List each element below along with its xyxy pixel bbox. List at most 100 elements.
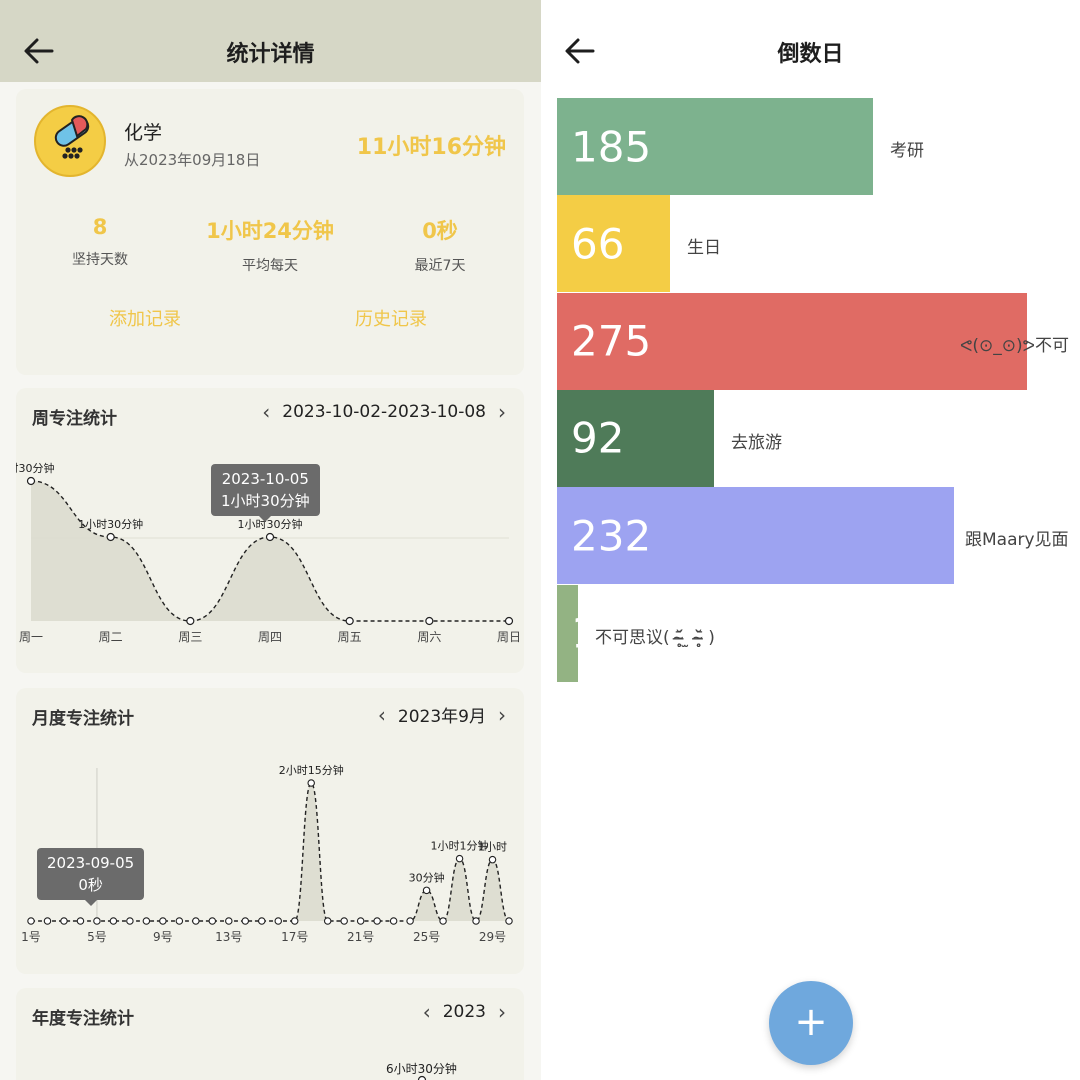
data-point: [27, 917, 35, 925]
countdown-bar[interactable]: 66: [557, 195, 670, 293]
year-navigator: ‹ 2023 ›: [423, 1002, 506, 1022]
data-point: [258, 917, 266, 925]
x-tick-label: 9号: [153, 930, 173, 944]
x-tick-label: 29号: [479, 930, 506, 944]
x-tick-label: 周二: [99, 630, 123, 644]
point-label: 30分钟: [409, 870, 445, 884]
point-label: 时30分钟: [16, 461, 55, 475]
x-tick-label: 21号: [347, 930, 374, 944]
x-tick-label: 13号: [215, 930, 242, 944]
pill-icon: [54, 115, 90, 159]
page-title: 统计详情: [226, 42, 315, 67]
data-point: [406, 917, 414, 925]
data-point: [43, 917, 52, 925]
data-point: [439, 917, 447, 925]
data-point: [488, 855, 497, 864]
chart-tooltip: 2023-09-05 0秒: [37, 848, 145, 906]
countdown-bar[interactable]: 275: [557, 292, 1027, 390]
countdown-bar[interactable]: 232: [557, 487, 954, 585]
x-tick-label: 1号: [21, 930, 41, 944]
tooltip-value: 0秒: [78, 876, 103, 894]
data-point: [109, 917, 118, 925]
x-tick-label: 周一: [19, 630, 43, 644]
total-duration: 11小时16分钟: [356, 135, 506, 160]
days-remaining: 92: [571, 413, 625, 463]
monthly-area-chart: 1号 5号 9号 13号 17号 21号 25号 29号2小时15分钟30分钟1小时1分钟1小…: [21, 763, 513, 944]
data-point: [422, 886, 431, 895]
stat-value: 1小时24分钟: [206, 219, 334, 243]
countdown-bar[interactable]: 185: [557, 98, 873, 195]
x-tick-label: 5号: [87, 930, 107, 944]
event-name: 不可思议( ˘̴̶̥̥̥᷄ ̫ ˘̴̶̥̥̥᷅ ): [595, 627, 715, 648]
data-point: [356, 917, 365, 925]
tooltip-value: 1小时30分钟: [221, 492, 310, 510]
monthly-stats-card: 月度专注统计 ‹ 2023年9月 › 1号 5号 9号 13号 17号 21号 25号 29号…: [16, 688, 524, 974]
weekly-stats-card: 周专注统计 ‹ 2023-10-02-2023-10-08 › 周一 周二 周三 周四…: [16, 388, 524, 673]
tooltip-date: 2023-10-05: [221, 470, 309, 488]
add-record-button[interactable]: 添加记录: [109, 305, 181, 331]
data-point: [175, 917, 184, 925]
data-point: [159, 917, 167, 925]
x-tick-label: 周四: [258, 630, 282, 644]
data-point: [417, 1075, 427, 1080]
data-point: [345, 616, 354, 626]
data-point: [505, 917, 513, 925]
data-point: [225, 917, 233, 925]
subject-name: 化学: [124, 122, 163, 144]
x-tick-label: 周日: [497, 630, 521, 644]
history-button[interactable]: 历史记录: [355, 305, 427, 331]
data-point: [504, 616, 514, 626]
data-point: [472, 917, 480, 925]
data-point: [307, 779, 315, 787]
data-point: [455, 854, 464, 863]
countdown-bar[interactable]: 92: [557, 389, 714, 487]
summary-card: 化学 从2023年09月18日 11小时16分钟 8 坚持天数 1小时24分钟 …: [16, 89, 524, 375]
data-point: [241, 917, 250, 925]
point-label: 1小时30分钟: [78, 517, 143, 531]
section-title: 年度专注统计: [32, 1009, 134, 1029]
data-point: [142, 917, 151, 925]
x-tick-label: 周三: [178, 630, 202, 644]
yearly-stats-card: 年度专注统计 ‹ 2023 › 6小时30分钟: [16, 988, 524, 1080]
days-remaining: 232: [571, 511, 652, 561]
top-bar: 统计详情: [0, 0, 541, 82]
data-point: [274, 917, 282, 925]
stat-label: 最近7天: [414, 258, 466, 274]
data-point: [389, 917, 398, 925]
x-tick-label: 周六: [417, 630, 441, 644]
chevron-left-icon[interactable]: ‹: [423, 1002, 431, 1022]
point-label: 1小时: [478, 841, 507, 854]
add-button[interactable]: +: [769, 981, 853, 1065]
event-name: 跟Maary见面: [965, 530, 1069, 551]
data-point: [192, 917, 200, 925]
stat-label: 坚持天数: [72, 252, 128, 268]
chart-tooltip: 2023-10-05 1小时30分钟: [211, 464, 320, 522]
chevron-right-icon[interactable]: ›: [498, 1002, 506, 1022]
data-point: [425, 616, 434, 626]
data-point: [126, 917, 134, 925]
data-point: [373, 917, 381, 925]
page-title: 倒数日: [777, 42, 844, 67]
x-tick-label: 17号: [281, 930, 308, 944]
event-name: 去旅游: [731, 432, 782, 453]
stat-value: 0秒: [422, 219, 458, 243]
days-remaining: 66: [571, 219, 625, 269]
weekly-area-chart: 周一 周二 周三 周四 周五 周六 周日 时30分钟 1小时30分钟 1小时30分钟: [16, 461, 521, 644]
event-name: ᕙ(⊙_⊙)ᕗ不可: [960, 335, 1069, 356]
data-point: [60, 917, 68, 925]
stat-last-7-days: 0秒 最近7天: [370, 215, 510, 275]
countdown-bar[interactable]: 12: [557, 584, 624, 682]
x-tick-label: 25号: [413, 930, 440, 944]
stat-value: 8: [92, 215, 108, 239]
stat-streak-days: 8 坚持天数: [30, 215, 170, 269]
data-point: [76, 917, 85, 925]
data-point: [26, 476, 36, 486]
statistics-detail-screen: 统计详情 化学 从2023年09月18日 11小时16分钟 8 坚持天数 1小时…: [0, 0, 541, 1080]
stat-daily-average: 1小时24分钟 平均每天: [200, 215, 340, 275]
event-name: 生日: [687, 238, 721, 259]
start-date: 从2023年09月18日: [124, 151, 261, 169]
data-point: [106, 532, 115, 542]
year-range: 2023: [442, 1002, 486, 1022]
data-point: [208, 917, 217, 925]
countdown-screen: 倒数日 185 考研 66 生日 275 ᕙ(⊙_⊙)ᕗ不可 92 去旅游 232 跟Maary见…: [541, 0, 1080, 1080]
